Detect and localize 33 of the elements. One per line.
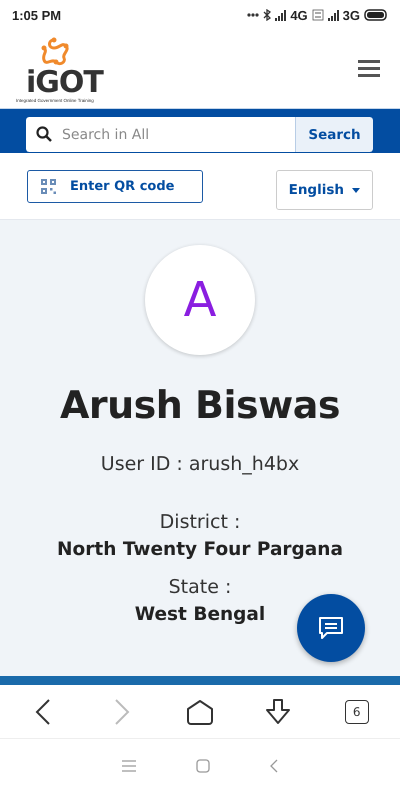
more-dots-icon — [247, 13, 260, 17]
home-square-icon[interactable] — [196, 759, 210, 773]
field-value: West Bengal — [134, 604, 266, 625]
feedback-button[interactable] — [297, 594, 365, 662]
forward-icon — [114, 698, 130, 724]
clock-time: 1:05 PM — [12, 8, 62, 22]
avatar-initial: A — [145, 245, 255, 355]
field-label: State : — [168, 576, 232, 598]
chat-icon — [318, 616, 344, 640]
menu-icon[interactable] — [122, 760, 136, 772]
back-icon[interactable] — [270, 759, 278, 773]
network-type: 4G — [290, 8, 308, 22]
tabs-button[interactable]: 6 — [326, 690, 387, 734]
network-type: 3G — [342, 8, 360, 22]
bluetooth-icon — [263, 9, 272, 21]
home-icon — [186, 698, 214, 724]
language-dropdown[interactable]: English — [276, 170, 373, 210]
download-arrow-icon — [264, 698, 292, 724]
logo-text: iGOT — [26, 68, 103, 98]
field-label: District : — [160, 511, 240, 533]
user-id: User ID : arush_h4bx — [100, 453, 300, 475]
signal-icon — [275, 10, 286, 20]
back-icon — [35, 698, 52, 724]
qr-code-icon — [41, 178, 56, 194]
caret-icon — [352, 188, 360, 192]
signal-icon — [328, 10, 339, 20]
search-icon — [36, 126, 52, 142]
battery-icon — [364, 9, 388, 21]
menu-icon — [358, 58, 380, 76]
field-value: North Twenty Four Pargana — [57, 539, 343, 560]
qr-code-button[interactable]: Enter QR code — [27, 170, 204, 202]
user-name: Arush Biswas — [60, 383, 340, 427]
search-button[interactable]: Search — [295, 117, 373, 152]
